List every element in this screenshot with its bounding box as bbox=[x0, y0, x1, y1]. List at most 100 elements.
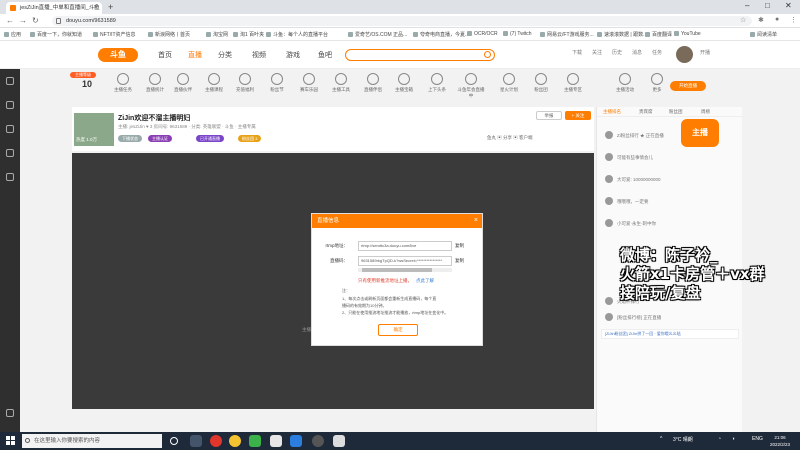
reading-list[interactable]: 阅读清单 bbox=[750, 31, 777, 38]
forward-icon[interactable]: → bbox=[19, 16, 27, 25]
cortana-icon[interactable] bbox=[170, 437, 178, 445]
scrollbar-thumb[interactable] bbox=[362, 268, 432, 272]
new-tab-button[interactable]: + bbox=[108, 2, 113, 12]
toolbar-item[interactable]: 主播工具 bbox=[326, 71, 356, 93]
toolbar-item[interactable]: 粉丝团 bbox=[526, 71, 556, 93]
sidebar-item-settings[interactable] bbox=[0, 405, 20, 427]
start-live-button[interactable]: 开始直播 bbox=[670, 81, 706, 91]
file-explorer-icon[interactable] bbox=[270, 435, 282, 447]
bookmark-item[interactable]: 淘1 百叶夹 bbox=[233, 31, 264, 38]
tray-up-icon[interactable]: ^ bbox=[660, 436, 662, 442]
history-icon[interactable]: 历史 bbox=[612, 49, 622, 56]
chat-announcement[interactable]: [ZiJin粉丝团] ZiJin拼了一回 · 爱你哦么么哒 bbox=[601, 329, 739, 339]
toolbar-item[interactable]: 直播伴侣 bbox=[358, 71, 388, 93]
input-language[interactable]: ENG bbox=[752, 436, 763, 442]
confirm-button[interactable]: 确定 bbox=[378, 324, 418, 336]
task-view-icon[interactable] bbox=[190, 435, 202, 447]
back-icon[interactable]: ← bbox=[6, 16, 14, 25]
windows-start-icon[interactable] bbox=[6, 436, 16, 446]
task-icon[interactable]: 任务 bbox=[652, 49, 662, 56]
copy-rtmp-link[interactable]: 复制 bbox=[455, 243, 464, 249]
toolbar-item[interactable]: 斗鱼年会直播中 bbox=[456, 71, 486, 99]
help-link[interactable]: 点此了解 bbox=[416, 278, 434, 284]
taskbar-search-input[interactable]: 在这里输入你要搜索的内容 bbox=[22, 434, 162, 448]
tab-vip[interactable]: 贵宾席 bbox=[639, 109, 653, 115]
bookmark-item[interactable]: 百度翻译 bbox=[645, 31, 672, 38]
wechat-icon[interactable] bbox=[249, 435, 261, 447]
sidebar-item-home[interactable] bbox=[0, 73, 20, 95]
message-icon[interactable]: 消息 bbox=[632, 49, 642, 56]
nav-category[interactable]: 分类 bbox=[218, 50, 232, 60]
nav-games[interactable]: 游戏 bbox=[286, 50, 300, 60]
bookmark-item[interactable]: (7) Twitch bbox=[503, 31, 532, 37]
search-icon[interactable] bbox=[484, 51, 491, 58]
toolbar-item[interactable]: 主播任务 bbox=[108, 71, 138, 93]
obs-icon[interactable] bbox=[312, 435, 324, 447]
bookmark-item[interactable]: 网易云/FT游戏服务... bbox=[540, 31, 594, 38]
toolbar-item[interactable]: 直播伙伴 bbox=[168, 71, 198, 93]
volume-icon[interactable]: ◖ bbox=[732, 436, 735, 442]
toolbar-item[interactable]: 更多 bbox=[642, 71, 672, 93]
browser-tab[interactable]: jesZiJin直播_中单和直播间_斗鱼 ✕ bbox=[6, 2, 102, 14]
copy-code-link[interactable]: 复制 bbox=[455, 258, 464, 264]
bookmark-item[interactable]: 淘宝网 bbox=[206, 31, 228, 38]
code-scrollbar[interactable] bbox=[358, 268, 452, 272]
weather-status[interactable]: 3°C 晴朗 bbox=[673, 436, 693, 443]
tab-week[interactable]: 周榜 bbox=[701, 109, 710, 115]
chrome-icon[interactable] bbox=[229, 435, 241, 447]
taskbar-clock[interactable]: 21:06 2022/2/23 bbox=[770, 434, 790, 448]
profile-icon[interactable]: ● bbox=[775, 16, 779, 23]
reload-icon[interactable]: ↻ bbox=[32, 16, 39, 25]
app-icon[interactable] bbox=[333, 435, 345, 447]
toolbar-item[interactable]: 直播统计 bbox=[140, 71, 170, 93]
netease-music-icon[interactable] bbox=[210, 435, 222, 447]
menu-kebab-icon[interactable]: ⋮ bbox=[790, 16, 797, 24]
toolbar-item[interactable]: 充值福利 bbox=[230, 71, 260, 93]
toolbar-item[interactable]: 赛车乐园 bbox=[294, 71, 324, 93]
site-search-input[interactable] bbox=[345, 49, 495, 61]
tab-close-icon[interactable]: ✕ bbox=[93, 2, 98, 14]
sidebar-item-video[interactable] bbox=[0, 121, 20, 143]
toolbar-item[interactable]: 星火计划 bbox=[494, 71, 524, 93]
bookmark-item[interactable]: OCR/OCR bbox=[467, 31, 498, 37]
toolbar-item[interactable]: 主播宝箱 bbox=[389, 71, 419, 93]
bookmark-item[interactable]: 夸奇电商直播，今夏... bbox=[413, 31, 469, 38]
bookmark-item[interactable]: 百度一下，你就知道 bbox=[30, 31, 82, 38]
go-live-icon[interactable]: 开播 bbox=[700, 49, 710, 56]
follow-button[interactable]: + 关注 bbox=[565, 111, 591, 120]
close-window-icon[interactable]: ✕ bbox=[785, 1, 792, 10]
follow-icon[interactable]: 关注 bbox=[592, 49, 602, 56]
rtmp-field[interactable]: rtmp://sendtc3a.douyu.com/live bbox=[358, 241, 452, 251]
nav-live[interactable]: 直播 bbox=[188, 50, 202, 60]
toolbar-item[interactable]: 粉丝节 bbox=[262, 71, 292, 93]
url-field[interactable]: douyu.com/9631589 bbox=[52, 16, 752, 26]
close-icon[interactable]: × bbox=[474, 214, 478, 228]
network-icon[interactable]: ◔ bbox=[718, 436, 721, 442]
tab-rank[interactable]: 主播排名 bbox=[603, 109, 621, 115]
tab-fans[interactable]: 粉丝团 bbox=[669, 109, 683, 115]
share-strip[interactable]: 鱼丸 ▣ 分享 ▣ 客户端 bbox=[487, 135, 533, 141]
douyu-logo[interactable]: 斗鱼 bbox=[98, 48, 138, 62]
minimize-icon[interactable]: – bbox=[745, 1, 749, 10]
maximize-icon[interactable]: □ bbox=[765, 1, 770, 10]
bookmark-item[interactable]: NFT/IT资产信息 bbox=[93, 31, 136, 38]
user-avatar[interactable] bbox=[676, 46, 693, 63]
download-icon[interactable]: 下载 bbox=[572, 49, 582, 56]
bookmark-item[interactable]: 斗鱼：每个人的直播平台 bbox=[266, 31, 328, 38]
toolbar-item[interactable]: 主播活动 bbox=[610, 71, 640, 93]
sidebar-item-follow[interactable] bbox=[0, 97, 20, 119]
bookmark-item[interactable]: 新浪网络丨首页 bbox=[148, 31, 190, 38]
bookmark-item[interactable]: 速滚滚数据 | 跟数... bbox=[597, 31, 647, 38]
extensions-icon[interactable]: ✱ bbox=[758, 16, 764, 24]
toolbar-item[interactable]: 上下头条 bbox=[422, 71, 452, 93]
report-button[interactable]: 举报 bbox=[536, 111, 562, 120]
bookmark-star-icon[interactable]: ☆ bbox=[740, 16, 746, 24]
bookmark-item[interactable]: 爱奇艺/OS.COM 正品... bbox=[348, 31, 407, 38]
app-icon[interactable] bbox=[290, 435, 302, 447]
bookmark-item[interactable]: 应用 bbox=[4, 31, 21, 38]
nav-home[interactable]: 首页 bbox=[158, 50, 172, 60]
sidebar-item-live[interactable] bbox=[0, 145, 20, 167]
bookmark-item[interactable]: YouTube bbox=[674, 31, 701, 37]
nav-video[interactable]: 视频 bbox=[252, 50, 266, 60]
sidebar-item-rank[interactable] bbox=[0, 169, 20, 191]
